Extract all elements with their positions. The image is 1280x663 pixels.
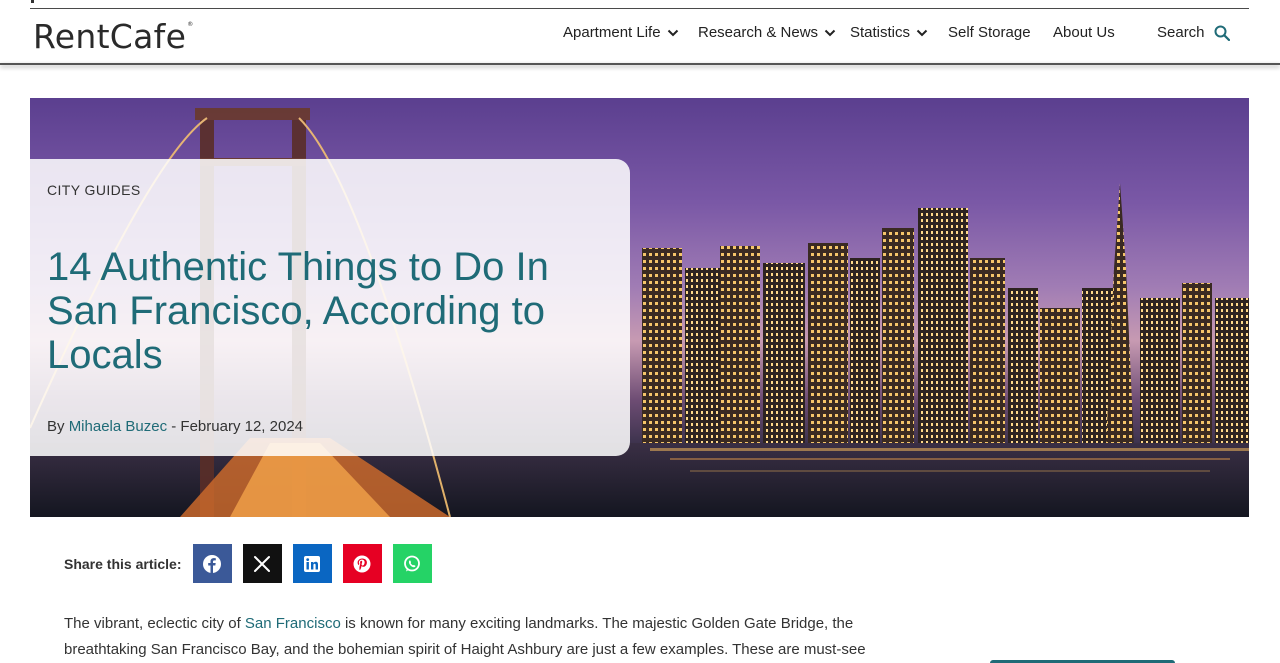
share-label: Share this article: (64, 555, 182, 572)
page-top-mark (31, 0, 34, 3)
linkedin-icon (304, 555, 320, 572)
whatsapp-icon (404, 555, 420, 571)
article-title: 14 Authentic Things to Do In San Francis… (47, 245, 549, 377)
article-byline: By Mihaela Buzec - February 12, 2024 (47, 418, 303, 435)
search-icon (1214, 25, 1230, 41)
share-whatsapp-button[interactable] (392, 544, 432, 583)
share-linkedin-button[interactable] (292, 544, 332, 583)
share-bar: Share this article: (64, 544, 443, 583)
nav-research-news[interactable]: Research & News (698, 24, 836, 41)
header-divider (0, 63, 1280, 65)
article-header-card: CITY GUIDES 14 Authentic Things to Do In… (30, 159, 630, 456)
chevron-down-icon (667, 29, 678, 36)
logo-registered-mark: ® (187, 21, 194, 28)
nav-label: Apartment Life (563, 24, 661, 41)
nav-label: Self Storage (948, 24, 1031, 41)
nav-label: Research & News (698, 24, 819, 41)
logo-text: RentCafe (33, 17, 187, 56)
publish-date: February 12, 2024 (180, 418, 303, 435)
facebook-icon (203, 554, 221, 573)
share-pinterest-button[interactable] (342, 544, 382, 583)
article-intro-paragraph: The vibrant, eclectic city of San Franci… (64, 611, 904, 663)
nav-apartment-life[interactable]: Apartment Life (563, 24, 679, 41)
rentcafe-logo[interactable]: RentCafe® (33, 17, 194, 56)
nav-statistics[interactable]: Statistics (850, 24, 928, 41)
search-button[interactable]: Search (1157, 24, 1230, 41)
nav-about-us[interactable]: About Us (1053, 24, 1115, 41)
chevron-down-icon (824, 29, 836, 36)
nav-self-storage[interactable]: Self Storage (948, 24, 1031, 41)
nav-label: Statistics (850, 24, 911, 41)
share-facebook-button[interactable] (192, 544, 232, 583)
san-francisco-link[interactable]: San Francisco (245, 615, 341, 632)
share-x-button[interactable] (242, 544, 282, 583)
author-link[interactable]: Mihaela Buzec (69, 418, 167, 435)
intro-text-start: The vibrant, eclectic city of (64, 615, 245, 632)
article-category[interactable]: CITY GUIDES (47, 182, 141, 198)
byline-separator: - (167, 418, 181, 435)
search-label: Search (1157, 24, 1205, 41)
byline-prefix: By (47, 418, 65, 435)
chevron-down-icon (916, 29, 928, 36)
pinterest-icon (353, 555, 371, 572)
skyline-buildings (642, 183, 1249, 448)
x-icon (254, 555, 270, 572)
nav-label: About Us (1053, 24, 1115, 41)
